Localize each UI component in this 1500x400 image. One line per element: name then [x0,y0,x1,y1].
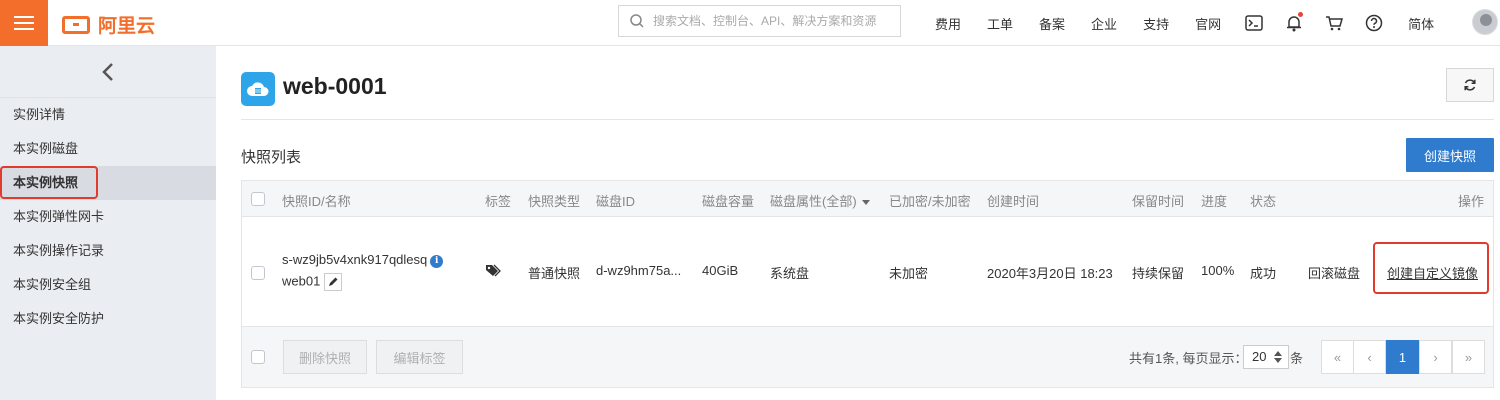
col-progress: 进度 [1201,194,1228,209]
sidebar-item-instance-details[interactable]: 实例详情 [0,98,216,132]
table-footer: 删除快照 编辑标签 共有1条, 每页显示： 20 条 « ‹ 1 › » [242,327,1493,387]
notification-dot [1298,12,1304,17]
info-icon[interactable]: i [430,255,444,268]
select-all-checkbox[interactable] [251,192,265,206]
terminal-button[interactable] [1234,0,1274,46]
sidebar-item-snapshots[interactable]: 本实例快照 [0,166,216,200]
aliyun-logo-icon [62,15,90,34]
page-1-button[interactable]: 1 [1386,340,1419,374]
cart-icon [1326,16,1344,31]
tag-button[interactable] [485,264,501,281]
col-disk-attribute-filter[interactable]: 磁盘属性(全部) [770,191,870,210]
col-created-time: 创建时间 [987,194,1040,209]
refresh-icon [1464,79,1476,91]
status: 成功 [1250,266,1277,281]
nav-official-site[interactable]: 官网 [1182,14,1234,33]
edit-tags-button[interactable]: 编辑标签 [376,340,463,374]
search-input[interactable] [653,14,883,28]
section-title: 快照列表 [241,149,302,166]
cloud-server-icon [247,82,269,96]
disk-id-link[interactable]: d-wz9hm75a... [596,263,681,278]
sidebar-item-security-protection[interactable]: 本实例安全防护 [0,302,216,336]
row-checkbox[interactable] [251,266,265,280]
sidebar-item-security-groups[interactable]: 本实例安全组 [0,268,216,302]
col-capacity: 磁盘容量 [702,194,755,209]
logo-text: 阿里云 [98,16,156,37]
rollback-disk-link[interactable]: 回滚磁盘 [1308,263,1360,282]
create-custom-image-link[interactable]: 创建自定义镜像 [1387,263,1478,282]
table-row: s-wz9jb5v4xnk917qdlesq i web01 普通快照 d-wz9… [242,217,1493,327]
spinner-arrows-icon [1274,351,1282,363]
total-count-text: 共有1条, 每页显示： [1129,351,1248,366]
instance-title: web-0001 [283,73,387,99]
page-size-value: 20 [1252,349,1267,364]
encryption-status: 未加密 [889,266,929,281]
prev-page-button[interactable]: ‹ [1353,340,1386,374]
terminal-icon [1245,15,1263,31]
table-header: 快照ID/名称 标签 快照类型 磁盘ID 磁盘容量 磁盘属性(全部) 已加密/未… [242,181,1493,217]
footer-select-all-checkbox[interactable] [251,350,265,364]
search-icon [630,14,644,28]
progress: 100% [1201,263,1235,278]
col-encryption: 已加密/未加密 [889,194,971,209]
top-nav: 费用 工单 备案 企业 支持 官网 简体 [922,0,1448,46]
col-retention: 保留时间 [1132,194,1185,209]
title-divider [241,119,1494,120]
page-size-suffix: 条 [1290,351,1304,366]
help-icon [1365,14,1383,32]
col-tags: 标签 [485,194,512,209]
nav-tickets[interactable]: 工单 [974,14,1026,33]
col-disk-attribute-label: 磁盘属性(全部) [770,194,857,209]
chevron-left-icon [102,62,113,81]
top-bar: 阿里云 费用 工单 备案 企业 支持 官网 简体 [0,0,1500,46]
cart-button[interactable] [1314,0,1354,46]
sidebar-item-disks[interactable]: 本实例磁盘 [0,132,216,166]
pencil-icon [329,277,338,286]
snapshot-id: s-wz9jb5v4xnk917qdlesq [282,252,428,267]
sidebar-collapse-button[interactable] [0,46,216,98]
col-actions: 操作 [1457,194,1484,209]
hamburger-menu-button[interactable] [0,0,48,46]
tag-icon [486,264,501,277]
language-switch[interactable]: 简体 [1394,14,1448,33]
last-page-button[interactable]: » [1452,340,1485,374]
snapshot-name: web01 [282,273,321,289]
sidebar-item-eni[interactable]: 本实例弹性网卡 [0,200,216,234]
global-search[interactable] [618,5,901,37]
page-size-select[interactable]: 20 [1243,345,1289,369]
created-time: 2020年3月20日 18:23 [987,266,1113,281]
disk-attribute: 系统盘 [770,266,810,281]
notifications-button[interactable] [1274,0,1314,46]
main-content: web-0001 快照列表 创建快照 快照ID/名称 标签 快照类型 磁盘ID … [216,46,1500,400]
snapshot-table: 快照ID/名称 标签 快照类型 磁盘ID 磁盘容量 磁盘属性(全部) 已加密/未… [241,180,1494,388]
caret-down-icon [861,200,870,206]
col-disk-id: 磁盘ID [596,194,636,209]
aliyun-logo[interactable]: 阿里云 [62,11,155,38]
first-page-button[interactable]: « [1321,340,1354,374]
col-snapshot-type: 快照类型 [528,194,581,209]
refresh-button[interactable] [1446,68,1494,102]
col-status: 状态 [1250,194,1277,209]
disk-capacity: 40GiB [702,263,739,278]
nav-enterprise[interactable]: 企业 [1078,14,1130,33]
retention: 持续保留 [1132,266,1185,281]
nav-billing[interactable]: 费用 [922,14,974,33]
snapshot-type: 普通快照 [528,266,581,281]
snapshot-name-cell: web01 [282,273,343,291]
col-snapshot-id: 快照ID/名称 [282,194,351,209]
sidebar-item-operation-logs[interactable]: 本实例操作记录 [0,234,216,268]
create-snapshot-button[interactable]: 创建快照 [1406,138,1494,172]
next-page-button[interactable]: › [1419,340,1452,374]
delete-snapshot-button[interactable]: 删除快照 [283,340,367,374]
edit-name-button[interactable] [324,273,343,291]
snapshot-id-cell: s-wz9jb5v4xnk917qdlesq i [282,252,444,268]
nav-support[interactable]: 支持 [1130,14,1182,33]
sidebar: 实例详情 本实例磁盘 本实例快照 本实例弹性网卡 本实例操作记录 本实例安全组 … [0,46,216,400]
instance-icon [241,72,275,106]
user-avatar[interactable] [1472,9,1498,35]
help-button[interactable] [1354,0,1394,46]
nav-icp[interactable]: 备案 [1026,14,1078,33]
